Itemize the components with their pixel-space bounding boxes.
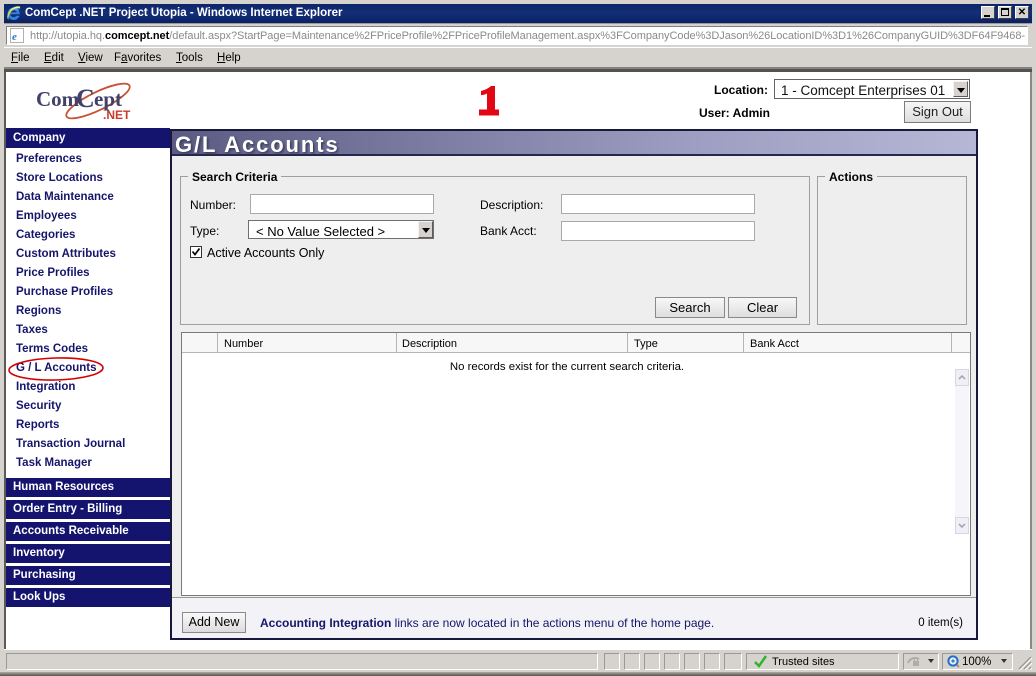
- svg-text:e: e: [12, 31, 17, 42]
- svg-text:.NET: .NET: [103, 108, 131, 122]
- svg-text:Com: Com: [36, 87, 80, 111]
- svg-text:C: C: [76, 84, 95, 113]
